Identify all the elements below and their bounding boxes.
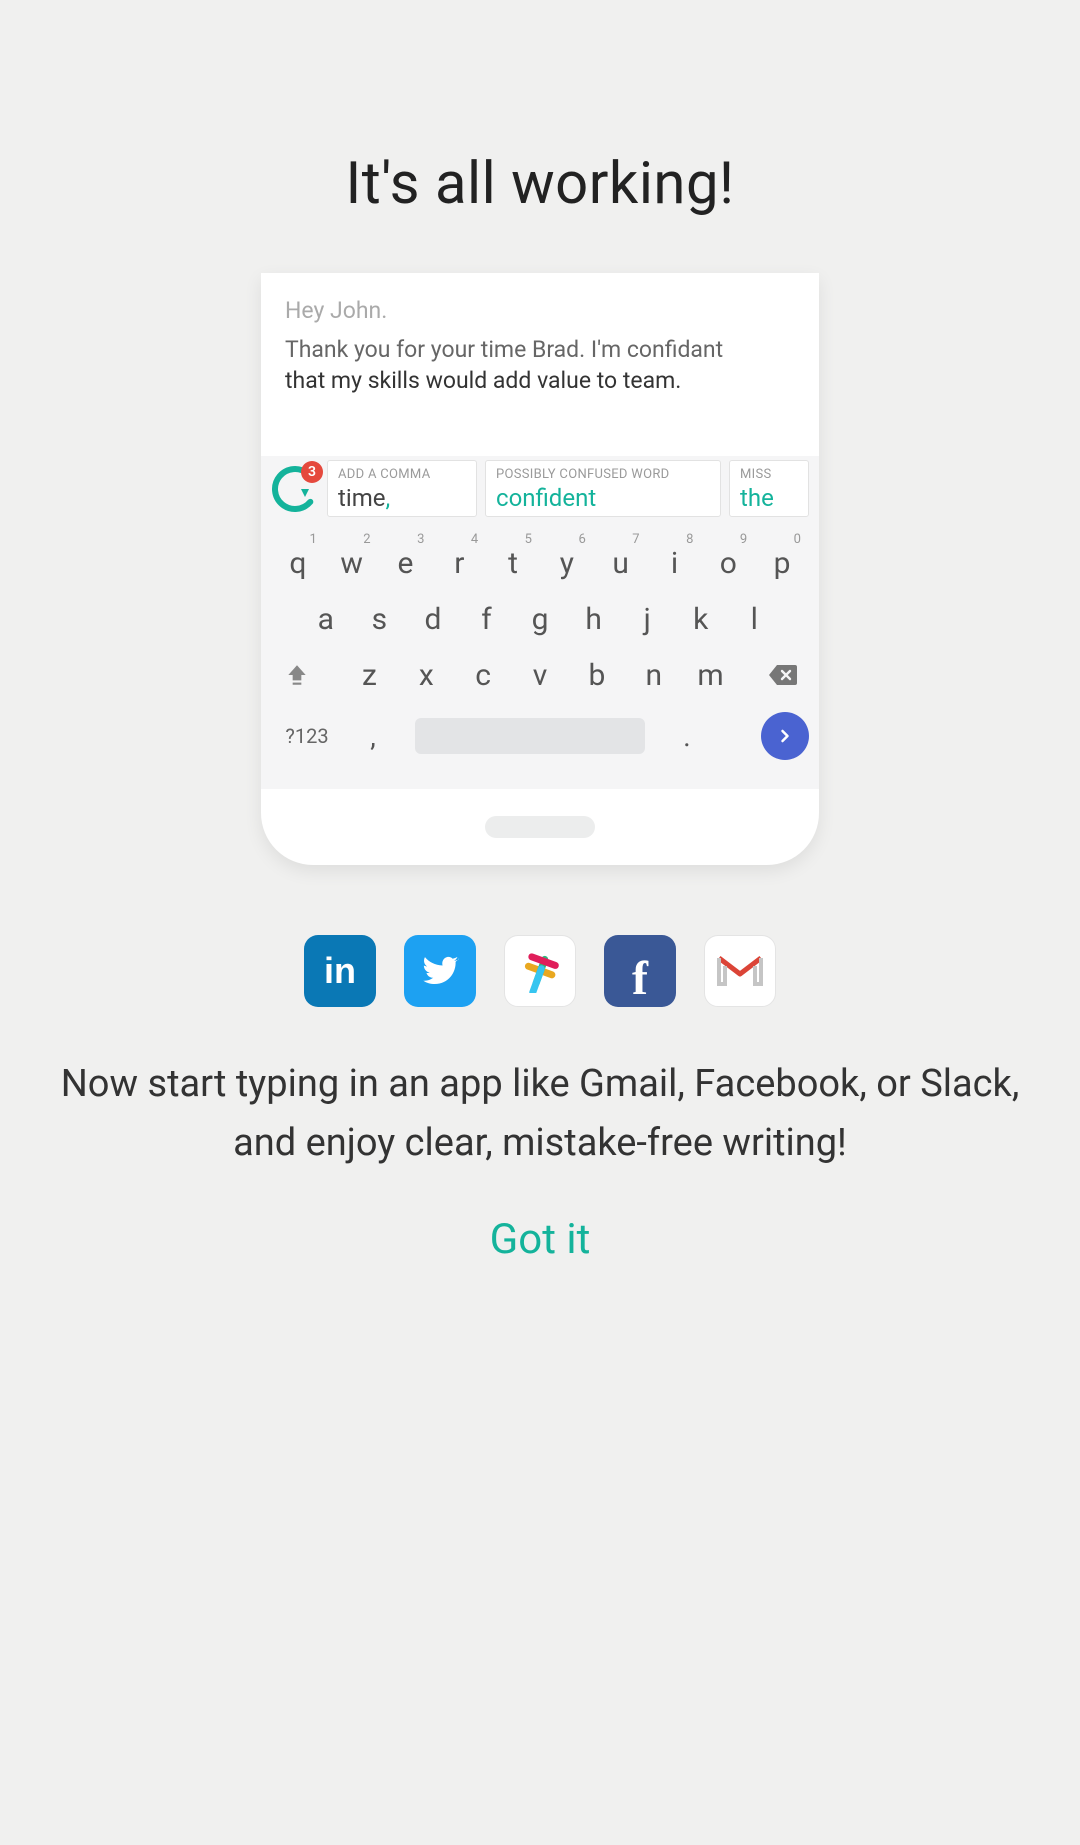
key-y[interactable]: 6y xyxy=(540,546,594,581)
facebook-icon: f xyxy=(604,935,676,1007)
text-editor-preview: Hey John. Thank you for your time Brad. … xyxy=(261,273,819,456)
grammarly-logo[interactable]: 3 xyxy=(271,465,319,513)
spacebar-key[interactable] xyxy=(415,718,645,754)
slack-icon xyxy=(504,935,576,1007)
key-m[interactable]: m xyxy=(682,658,739,693)
key-g[interactable]: g xyxy=(513,602,567,637)
key-l[interactable]: l xyxy=(728,602,782,637)
phone-mock: Hey John. Thank you for your time Brad. … xyxy=(261,273,819,865)
got-it-button[interactable]: Got it xyxy=(490,1215,591,1264)
suggestion-label: MISS xyxy=(740,467,798,482)
key-z[interactable]: z xyxy=(341,658,398,693)
linkedin-icon: in xyxy=(304,935,376,1007)
key-t[interactable]: 5t xyxy=(486,546,540,581)
suggestion-word: time, xyxy=(338,484,466,512)
key-s[interactable]: s xyxy=(353,602,407,637)
period-key[interactable]: . xyxy=(669,720,705,753)
keyboard-row-3: z x c v b n m xyxy=(271,647,809,703)
keyboard-row-4: ?123 , . xyxy=(271,709,809,763)
twitter-icon xyxy=(404,935,476,1007)
gmail-icon xyxy=(704,935,776,1007)
error-count-badge: 3 xyxy=(301,461,323,483)
key-v[interactable]: v xyxy=(512,658,569,693)
editor-body: Thank you for your time Brad. I'm confid… xyxy=(285,334,795,396)
chevron-right-icon xyxy=(775,726,795,746)
phone-nav-bar xyxy=(261,789,819,865)
key-b[interactable]: b xyxy=(568,658,625,693)
key-u[interactable]: 7u xyxy=(594,546,648,581)
key-e[interactable]: 3e xyxy=(379,546,433,581)
onboarding-title: It's all working! xyxy=(346,150,735,218)
home-indicator xyxy=(485,816,595,838)
keyboard-row-2: a s d f g h j k l xyxy=(271,591,809,647)
suggestion-label: POSSIBLY CONFUSED WORD xyxy=(496,467,710,482)
suggestion-label: ADD A COMMA xyxy=(338,467,466,482)
key-n[interactable]: n xyxy=(625,658,682,693)
suggestion-card-missing[interactable]: MISS the xyxy=(729,460,809,517)
comma-key[interactable]: , xyxy=(355,720,391,753)
key-k[interactable]: k xyxy=(674,602,728,637)
key-r[interactable]: 4r xyxy=(432,546,486,581)
key-d[interactable]: d xyxy=(406,602,460,637)
symbols-key[interactable]: ?123 xyxy=(271,724,343,748)
key-w[interactable]: 2w xyxy=(325,546,379,581)
editor-greeting: Hey John. xyxy=(285,297,795,324)
keyboard-row-1: 1q 2w 3e 4r 5t 6y 7u 8i 9o 0p xyxy=(271,535,809,591)
shift-key-icon[interactable] xyxy=(275,653,319,697)
key-o[interactable]: 9o xyxy=(701,546,755,581)
key-p[interactable]: 0p xyxy=(755,546,809,581)
onboarding-description: Now start typing in an app like Gmail, F… xyxy=(0,1055,1080,1173)
editor-line-1: Thank you for your time Brad. I'm confid… xyxy=(285,336,723,363)
enter-key[interactable] xyxy=(761,712,809,760)
key-j[interactable]: j xyxy=(620,602,674,637)
key-a[interactable]: a xyxy=(299,602,353,637)
suggestion-word: the xyxy=(740,484,798,512)
suggestion-card-confused[interactable]: POSSIBLY CONFUSED WORD confident xyxy=(485,460,721,517)
key-f[interactable]: f xyxy=(460,602,514,637)
keyboard: 1q 2w 3e 4r 5t 6y 7u 8i 9o 0p a s d f g … xyxy=(261,525,819,789)
app-icons-row: in f xyxy=(304,935,776,1007)
editor-line-2: that my skills would add value to team. xyxy=(285,367,681,394)
suggestion-bar: 3 ADD A COMMA time, POSSIBLY CONFUSED WO… xyxy=(261,456,819,525)
suggestion-word: confident xyxy=(496,484,710,512)
key-q[interactable]: 1q xyxy=(271,546,325,581)
key-c[interactable]: c xyxy=(455,658,512,693)
key-x[interactable]: x xyxy=(398,658,455,693)
backspace-key-icon[interactable] xyxy=(761,653,805,697)
key-h[interactable]: h xyxy=(567,602,621,637)
suggestion-card-comma[interactable]: ADD A COMMA time, xyxy=(327,460,477,517)
key-i[interactable]: 8i xyxy=(648,546,702,581)
